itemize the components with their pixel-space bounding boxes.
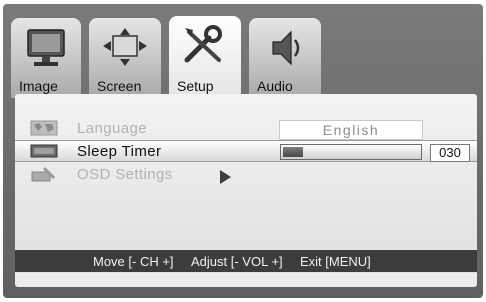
sleep-timer-value: 030 [430, 144, 470, 162]
sleep-timer-slider-fill [283, 147, 303, 157]
tab-setup-label: Setup [177, 78, 214, 94]
sleep-timer-slider[interactable] [280, 144, 422, 160]
submenu-arrow-icon[interactable] [220, 170, 231, 184]
help-bar: Move [- CH +] Adjust [- VOL +] Exit [MEN… [15, 250, 477, 272]
tab-screen-label: Screen [97, 78, 142, 94]
screen-arrows-icon [103, 28, 147, 66]
tools-icon [184, 25, 222, 63]
timer-icon [30, 144, 58, 158]
speaker-icon [272, 30, 300, 66]
panel-bottom-strip [15, 273, 477, 287]
globe-map-icon [30, 120, 58, 136]
menu-item-language-label: Language [77, 120, 147, 137]
help-adjust: Adjust [- VOL +] [191, 254, 283, 269]
help-exit: Exit [MENU] [300, 254, 371, 269]
help-move: Move [- CH +] [93, 254, 174, 269]
menu-item-sleep-timer-label: Sleep Timer [77, 143, 162, 160]
osd-menu: Image Screen Setup Audio Language Englis… [3, 4, 483, 298]
tab-setup[interactable]: Setup [169, 16, 241, 98]
menu-item-osd-settings-label: OSD Settings [77, 166, 173, 183]
tab-image[interactable]: Image [11, 18, 81, 98]
language-value[interactable]: English [279, 120, 423, 140]
osd-settings-icon [31, 166, 56, 182]
monitor-icon [27, 29, 65, 66]
menu-item-osd-settings[interactable]: OSD Settings [15, 164, 477, 184]
tab-image-label: Image [19, 78, 58, 94]
tab-screen[interactable]: Screen [89, 18, 161, 98]
tab-audio-label: Audio [257, 78, 293, 94]
tab-audio[interactable]: Audio [249, 18, 321, 98]
